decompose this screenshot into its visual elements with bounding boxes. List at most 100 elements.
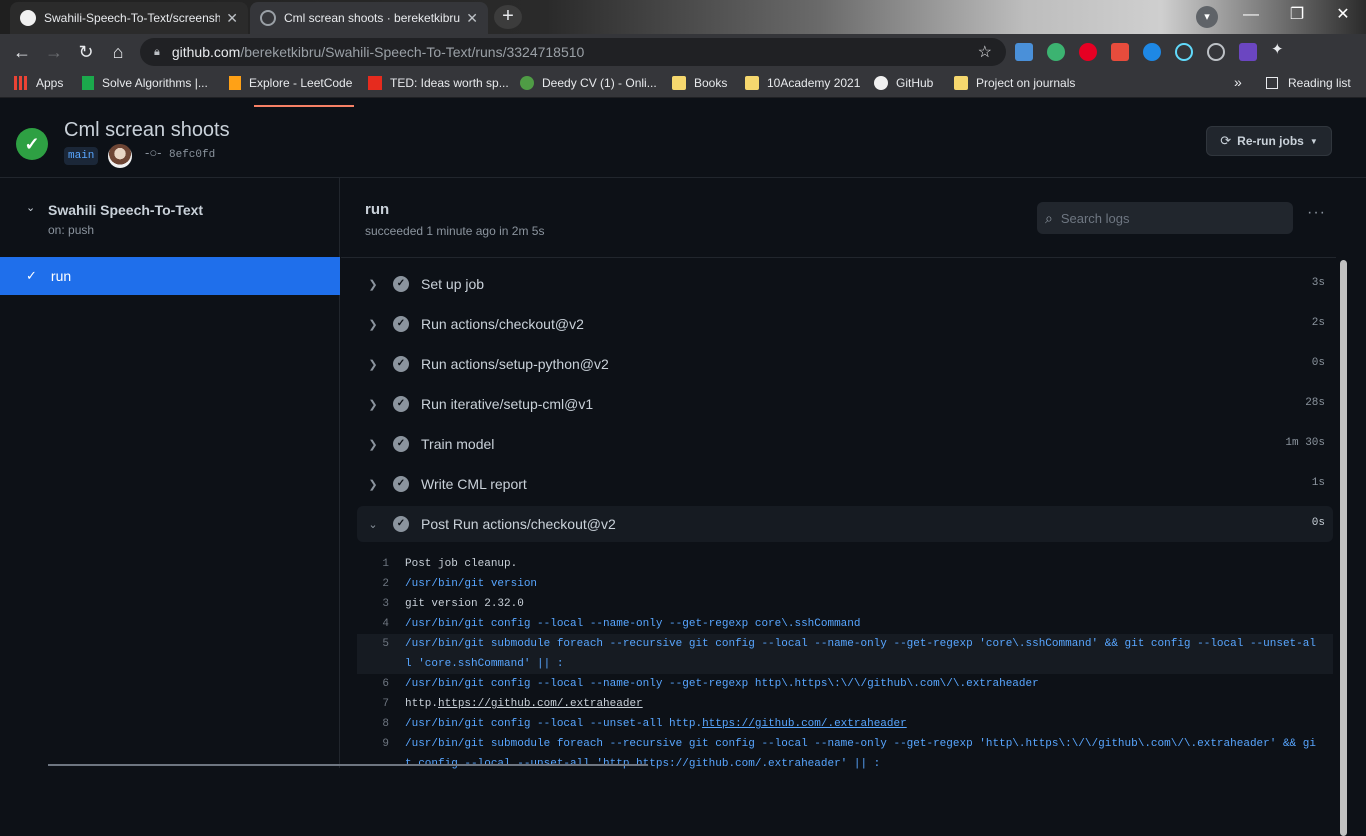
bookmark-leetcode[interactable]: Explore - LeetCode (229, 76, 352, 90)
step-duration: 0s (1311, 357, 1325, 369)
scrollbar-thumb[interactable] (1340, 260, 1347, 836)
bookmark-journals[interactable]: Project on journals (954, 76, 1075, 90)
bookmark-star-icon[interactable]: ☆ (978, 42, 992, 62)
bookmark-overleaf[interactable]: Deedy CV (1) - Onli... (520, 76, 657, 90)
back-icon[interactable]: ← (10, 40, 34, 64)
log-line: 9 /usr/bin/git submodule foreach --recur… (357, 734, 1333, 774)
reading-list-icon (1266, 77, 1278, 89)
github-actions-page: ✓ Cml screan shoots main -○- 8efc0fd ⟳ R… (0, 98, 1366, 836)
branch-label[interactable]: main (64, 147, 99, 165)
log-link[interactable]: https://github.com/.extraheader (702, 718, 907, 730)
log-line-number[interactable]: 2 (357, 574, 405, 594)
extension-purple-icon[interactable] (1239, 43, 1257, 61)
reading-list-button[interactable]: Reading list (1266, 76, 1351, 90)
close-tab-icon[interactable]: ✕ (226, 10, 238, 27)
home-icon[interactable]: ⌂ (106, 40, 130, 64)
extension-bookmark-icon[interactable] (1143, 43, 1161, 61)
extension-target-icon[interactable] (1207, 43, 1225, 61)
job-header: run succeeded 1 minute ago in 2m 5s ⌕ ··… (341, 178, 1341, 258)
commit-sha[interactable]: 8efc0fd (169, 149, 215, 161)
bookmarks-bar: Apps Solve Algorithms |... Explore - Lee… (0, 70, 1366, 98)
log-line: 7 http.https://github.com/.extraheader (357, 694, 1333, 714)
extension-s-icon[interactable] (1015, 43, 1033, 61)
bookmark-hackerrank[interactable]: Solve Algorithms |... (82, 76, 208, 90)
bookmarks-overflow-icon[interactable]: » (1234, 74, 1242, 90)
bookmark-label: GitHub (896, 76, 934, 90)
restore-icon[interactable]: ❐ (1274, 0, 1320, 32)
pinterest-icon[interactable] (1079, 43, 1097, 61)
loading-favicon-icon (260, 10, 276, 26)
step-checkout[interactable]: ❯ ✓ Run actions/checkout@v2 2s (357, 306, 1333, 342)
log-line-number[interactable]: 8 (357, 714, 405, 734)
search-logs-input[interactable] (1060, 210, 1271, 226)
step-setup-python[interactable]: ❯ ✓ Run actions/setup-python@v2 0s (357, 346, 1333, 382)
log-line-number[interactable]: 6 (357, 674, 405, 694)
react-devtools-icon[interactable] (1175, 43, 1193, 61)
log-line-number[interactable]: 3 (357, 594, 405, 614)
log-line-text: /usr/bin/git submodule foreach --recursi… (405, 638, 1316, 670)
more-options-icon[interactable]: ··· (1307, 204, 1326, 222)
log-link[interactable]: https://github.com/.extraheader (438, 698, 643, 710)
lock-icon[interactable]: 🔒︎ (154, 46, 160, 59)
bookmark-label: Books (694, 76, 728, 90)
chevron-down-icon[interactable]: ⌄ (26, 201, 35, 214)
rerun-jobs-button[interactable]: ⟳ Re-run jobs ▼ (1206, 126, 1332, 156)
log-line-number[interactable]: 9 (357, 734, 405, 774)
workflow-name[interactable]: Swahili Speech-To-Text (48, 202, 203, 218)
chevron-right-icon: ❯ (368, 358, 378, 371)
step-write-cml-report[interactable]: ❯ ✓ Write CML report 1s (357, 466, 1333, 502)
log-line: 2 /usr/bin/git version (357, 574, 1333, 594)
bookmark-label: Project on journals (976, 76, 1076, 90)
bookmark-apps[interactable]: Apps (14, 76, 63, 90)
bookmark-books[interactable]: Books (672, 76, 727, 90)
extension-drive-icon[interactable] (1047, 43, 1065, 61)
log-line-text: /usr/bin/git config --local --name-only … (405, 678, 1039, 690)
extension-grid-icon[interactable] (1111, 43, 1129, 61)
bookmark-ted[interactable]: TED: Ideas worth sp... (368, 76, 509, 90)
sidebar-job-run[interactable]: ✓ run (0, 257, 340, 295)
run-title: Cml screan shoots (64, 119, 230, 141)
close-tab-icon[interactable]: ✕ (466, 10, 478, 27)
log-line-number[interactable]: 1 (357, 554, 405, 574)
step-log: 1 Post job cleanup. 2 /usr/bin/git versi… (357, 554, 1333, 774)
new-tab-button[interactable]: + (494, 5, 522, 29)
dropdown-caret-icon: ▼ (1309, 136, 1318, 146)
step-train-model[interactable]: ❯ ✓ Train model 1m 30s (357, 426, 1333, 462)
author-avatar[interactable] (108, 144, 132, 168)
step-name: Train model (421, 436, 495, 452)
chevron-right-icon: ❯ (368, 278, 378, 291)
log-line-number[interactable]: 7 (357, 694, 405, 714)
tab-title: Cml screan shoots · bereketkibru (284, 11, 461, 25)
step-duration: 3s (1311, 277, 1325, 289)
bookmark-10academy[interactable]: 10Academy 2021 (745, 76, 860, 90)
step-check-icon: ✓ (393, 516, 409, 532)
log-line-number[interactable]: 5 (357, 634, 405, 674)
log-line: 6 /usr/bin/git config --local --name-onl… (357, 674, 1333, 694)
bookmark-github[interactable]: GitHub (874, 76, 933, 90)
close-window-icon[interactable]: ✕ (1320, 0, 1366, 32)
bookmark-label: Apps (36, 76, 64, 90)
minimize-icon[interactable]: — (1228, 0, 1274, 32)
extensions-puzzle-icon[interactable]: ✦ (1271, 40, 1289, 58)
folder-icon (954, 76, 968, 90)
step-set-up-job[interactable]: ❯ ✓ Set up job 3s (357, 266, 1333, 302)
step-duration: 2s (1311, 317, 1325, 329)
search-logs-box[interactable]: ⌕ (1037, 202, 1293, 234)
step-check-icon: ✓ (393, 316, 409, 332)
run-header: ✓ Cml screan shoots main -○- 8efc0fd ⟳ R… (0, 108, 1366, 178)
step-setup-cml[interactable]: ❯ ✓ Run iterative/setup-cml@v1 28s (357, 386, 1333, 422)
browser-tab-1[interactable]: Swahili-Speech-To-Text/screensh ✕ (10, 2, 248, 34)
tab-search-icon[interactable]: ▾ (1196, 6, 1218, 28)
reload-icon[interactable]: ↻ (74, 40, 98, 64)
success-check-icon: ✓ (16, 128, 48, 160)
chevron-right-icon: ❯ (368, 438, 378, 451)
step-name: Run actions/setup-python@v2 (421, 356, 609, 372)
browser-tab-2[interactable]: Cml screan shoots · bereketkibru ✕ (250, 2, 488, 34)
horizontal-scrollbar[interactable] (48, 764, 648, 766)
step-post-run-checkout[interactable]: ⌄ ✓ Post Run actions/checkout@v2 0s (357, 506, 1333, 542)
forward-icon[interactable]: → (42, 40, 66, 64)
log-line-text: http.https://github.com/.extraheader (405, 694, 1333, 714)
address-bar[interactable]: 🔒︎ github.com /bereketkibru/Swahili-Spee… (140, 38, 1006, 66)
log-line-number[interactable]: 4 (357, 614, 405, 634)
step-check-icon: ✓ (393, 476, 409, 492)
